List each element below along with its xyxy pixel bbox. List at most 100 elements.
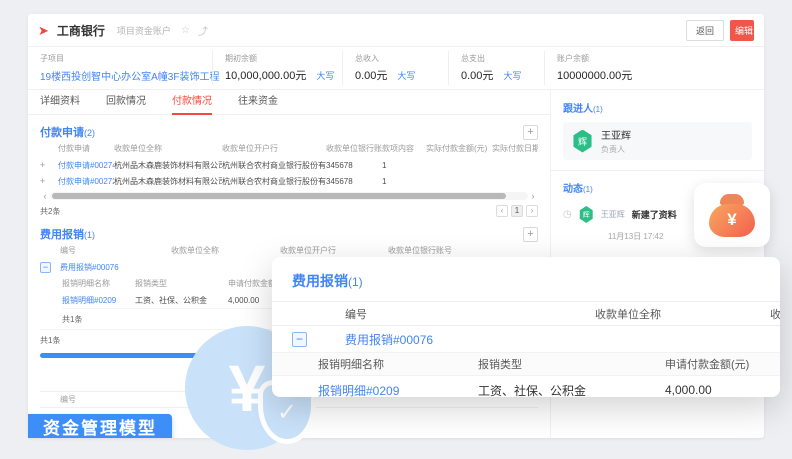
caps-link[interactable]: 大写 (397, 71, 415, 81)
follower-name: 王亚辉 (601, 127, 631, 142)
column-header: 收款单位全称 (171, 245, 280, 256)
pagination: ‹ 1 › (496, 205, 538, 217)
bank-logo-icon: ➤ (38, 24, 49, 37)
column-header: 申请付款金额(元) (665, 356, 780, 372)
activity-user: 王亚辉 (601, 209, 625, 220)
popup-detail-row: 报销明细#0209 工资、社保、公积金 4,000.00 (272, 376, 780, 397)
add-expense-button[interactable]: + (523, 227, 538, 242)
payee-bank-cell: 杭州联合农村商业银行股份有限公司半山支行 (222, 160, 326, 171)
amount-cell: 4,000.00 (665, 383, 780, 397)
column-header: 报销明细名称 (318, 356, 478, 372)
avatar: 辉 (572, 130, 593, 153)
detail-link[interactable]: 报销明细#0209 (318, 382, 478, 398)
bank-account-cell: 345678 (326, 177, 382, 186)
column-header: 收款单位开户行 (770, 306, 780, 322)
field-label: 总支出 (461, 53, 532, 64)
field-value: 10,000,000.00元大写 (225, 67, 330, 83)
page-number[interactable]: 1 (511, 205, 523, 217)
column-header: 收款单位开户行 (280, 245, 388, 256)
summary-bar: 子项目 19楼西投创智中心办公室A幢3F装饰工程 期初余额 10,000,000… (28, 47, 764, 90)
column-header: 编号 (345, 306, 595, 322)
collapse-icon[interactable]: − (40, 262, 51, 273)
payment-content-cell: 1 (382, 177, 426, 186)
column-header: 实际付款日期 (492, 143, 538, 154)
column-header: 收款单位开户行 (222, 143, 326, 154)
expense-link[interactable]: 费用报销#00076 (60, 262, 171, 273)
horizontal-scrollbar: ‹ › (40, 191, 538, 201)
expand-icon[interactable]: + (40, 176, 58, 186)
expense-type-cell: 工资、社保、公积金 (478, 382, 665, 398)
payment-request-link[interactable]: 付款申请#00274 (58, 160, 114, 171)
prev-page-button[interactable]: ‹ (496, 205, 508, 217)
summary-field-total-income: 总收入 0.00元大写 (342, 51, 448, 85)
expense-section-title: 费用报销(1) (40, 226, 95, 242)
tab-collections[interactable]: 回款情况 (106, 90, 146, 115)
column-header: 报销类型 (478, 356, 665, 372)
popup-expense-row: − 费用报销#00076 (272, 326, 780, 352)
field-label: 账户余额 (557, 53, 692, 64)
add-payment-button[interactable]: + (523, 125, 538, 140)
column-header: 报销类型 (135, 278, 228, 289)
expense-section-header: 费用报销(1) + (40, 226, 538, 242)
field-label: 总收入 (355, 53, 436, 64)
tab-details[interactable]: 详细资料 (40, 90, 80, 115)
scrollbar-track[interactable] (50, 192, 528, 200)
expense-zoom-popup: 费用报销(1) 编号 收款单位全称 收款单位开户行 − 费用报销#00076 报… (272, 257, 780, 397)
popup-detail-header: 报销明细名称 报销类型 申请付款金额(元) (272, 352, 780, 376)
collapse-icon[interactable]: − (292, 332, 307, 347)
payee-bank-cell: 杭州联合农村商业银行股份有限公司半山支行 (222, 176, 326, 187)
column-header: 收款单位银行账号 (388, 245, 538, 256)
column-header: 收款单位全称 (114, 143, 222, 154)
column-header: 款项内容 (382, 143, 426, 154)
caps-link[interactable]: 大写 (316, 71, 334, 81)
tab-current-funds[interactable]: 往来资金 (238, 90, 278, 115)
next-page-button[interactable]: › (526, 205, 538, 217)
summary-field-opening-balance: 期初余额 10,000,000.00元大写 (212, 51, 342, 85)
expense-link[interactable]: 费用报销#00076 (345, 331, 595, 348)
field-value: 0.00元大写 (355, 67, 436, 83)
scrollbar-thumb[interactable] (52, 193, 506, 199)
column-header: 编号 (60, 245, 171, 256)
scroll-left-icon[interactable]: ‹ (40, 192, 50, 200)
follower-card[interactable]: 辉 王亚辉 负责人 (563, 122, 752, 160)
expand-icon[interactable]: + (40, 160, 58, 170)
tab-payments[interactable]: 付款情况 (172, 90, 212, 115)
total-count: 共2条 (40, 206, 60, 217)
page-title: 工商银行 (57, 22, 105, 39)
summary-field-subproject: 子项目 19楼西投创智中心办公室A幢3F装饰工程 (28, 51, 212, 85)
payment-section-header: 付款申请(2) + (40, 124, 538, 140)
share-icon[interactable]: ⤴ (198, 23, 208, 38)
payment-table-footer: 共2条 ‹ 1 › (40, 205, 538, 217)
follower-info: 王亚辉 负责人 (601, 127, 631, 155)
star-icon[interactable]: ☆ (181, 25, 190, 36)
clock-icon: ◷ (563, 209, 572, 220)
field-label: 期初余额 (225, 53, 330, 64)
field-label: 子项目 (40, 53, 200, 64)
column-header: 实际付款金额(元) (426, 143, 492, 154)
subproject-link[interactable]: 19楼西投创智中心办公室A幢3F装饰工程 (40, 68, 200, 83)
money-bag-card: ¥ (694, 183, 770, 247)
expense-type-cell: 工资、社保、公积金 (135, 295, 228, 306)
payment-content-cell: 1 (382, 161, 426, 170)
popup-table-header: 编号 收款单位全称 收款单位开户行 (272, 301, 780, 326)
payment-table-row: + 付款申请#00274 杭州品木森鹿装饰材料有限公司 杭州联合农村商业银行股份… (40, 157, 538, 173)
payment-request-link[interactable]: 付款申请#00272 (58, 176, 114, 187)
detail-link[interactable]: 报销明细#0209 (62, 295, 135, 306)
back-button[interactable]: 返回 (686, 20, 724, 41)
column-header: 收款单位全称 (595, 306, 770, 322)
payment-table-header: 付款申请 收款单位全称 收款单位开户行 收款单位银行账号 款项内容 实际付款金额… (40, 140, 538, 157)
edit-button[interactable]: 编辑 (730, 20, 754, 41)
summary-field-account-balance: 账户余额 10000000.00元 (544, 51, 704, 85)
scroll-right-icon[interactable]: › (528, 192, 538, 200)
tab-bar: 详细资料 回款情况 付款情况 往来资金 (28, 90, 550, 115)
payee-company-cell: 杭州品木森鹿装饰材料有限公司 (114, 176, 222, 187)
bank-account-cell: 345678 (326, 161, 382, 170)
column-header: 付款申请 (58, 143, 114, 154)
summary-field-total-expense: 总支出 0.00元大写 (448, 51, 544, 85)
field-value: 10000000.00元 (557, 67, 692, 83)
column-header: 报销明细名称 (62, 278, 135, 289)
app-header: ➤ 工商银行 项目资金账户 ☆ ⤴ 返回 编辑 (28, 14, 764, 47)
payee-company-cell: 杭州品木森鹿装饰材料有限公司 (114, 160, 222, 171)
caps-link[interactable]: 大写 (503, 71, 521, 81)
column-header: 收款单位银行账号 (326, 143, 382, 154)
